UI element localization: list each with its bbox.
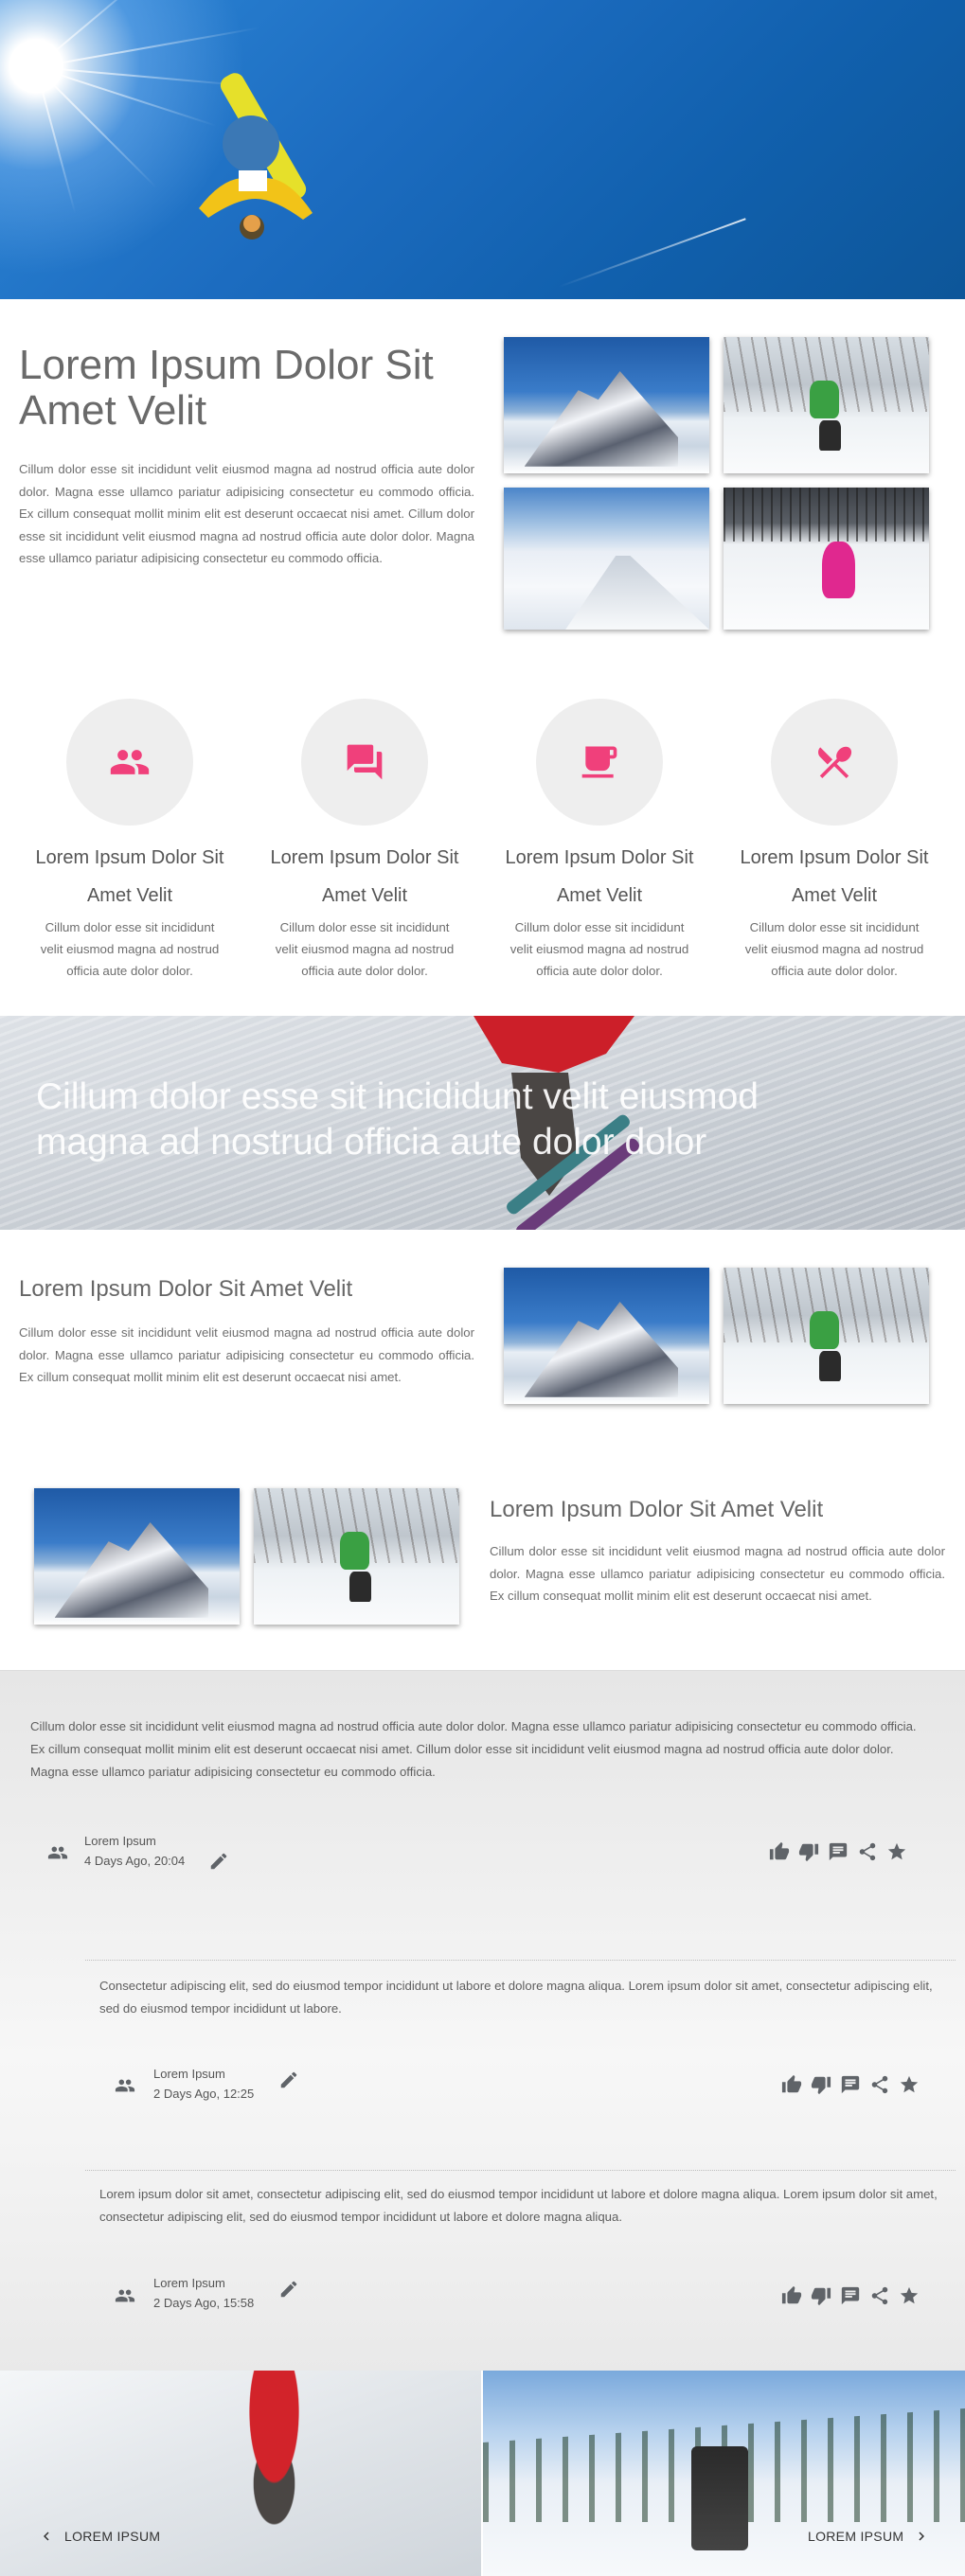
gallery-photo-skier-green[interactable] xyxy=(724,337,929,473)
people-icon xyxy=(47,1842,68,1863)
section3-paragraph: Cillum dolor esse sit incididunt velit e… xyxy=(490,1544,945,1603)
hero-image xyxy=(0,0,965,299)
thumb-up-icon[interactable] xyxy=(769,1841,790,1862)
feature-card: Lorem Ipsum Dolor Sit Amet Velit Cillum … xyxy=(482,699,717,982)
coffee-icon xyxy=(581,746,617,778)
banner: Cillum dolor esse sit incididunt velit e… xyxy=(0,1016,965,1230)
comment-author: Lorem Ipsum xyxy=(153,2067,225,2081)
edit-icon[interactable] xyxy=(208,1851,229,1872)
prev-post-label: LOREM IPSUM xyxy=(64,2529,161,2544)
snowboarder-figure xyxy=(199,73,313,240)
star-icon[interactable] xyxy=(886,1841,907,1862)
comment-text: Cillum dolor esse sit incididunt velit e… xyxy=(30,1719,917,1779)
section2-paragraph: Cillum dolor esse sit incididunt velit e… xyxy=(19,1325,474,1384)
comment-divider xyxy=(85,2170,956,2171)
comment-date: 2 Days Ago, 15:58 xyxy=(153,2296,255,2310)
gallery-photo-mountain[interactable] xyxy=(34,1488,240,1625)
feature-text: Cillum dolor esse sit incididunt velit e… xyxy=(40,920,220,978)
chevron-left-icon xyxy=(44,2532,49,2541)
gallery-photo-mountain[interactable] xyxy=(504,337,709,473)
gallery-photo-skier-green[interactable] xyxy=(724,1268,929,1404)
people-icon xyxy=(115,2285,135,2306)
comment-actions xyxy=(781,2074,920,2095)
comment-icon[interactable] xyxy=(840,2074,861,2095)
people-icon xyxy=(110,750,150,774)
feature-card: Lorem Ipsum Dolor Sit Amet Velit Cillum … xyxy=(247,699,482,982)
prev-post-tile[interactable] xyxy=(0,2371,481,2576)
comment-date: 2 Days Ago, 12:25 xyxy=(153,2087,255,2101)
feature-icon-circle xyxy=(66,699,193,826)
thumb-up-icon[interactable] xyxy=(781,2074,802,2095)
share-icon[interactable] xyxy=(869,2074,890,2095)
edit-icon[interactable] xyxy=(278,2279,299,2300)
feature-icon-circle xyxy=(771,699,898,826)
feature-card: Lorem Ipsum Dolor Sit Amet Velit Cillum … xyxy=(12,699,247,982)
feature-title: Lorem Ipsum Dolor Sit Amet Velit xyxy=(740,847,929,906)
feature-title: Lorem Ipsum Dolor Sit Amet Velit xyxy=(270,847,459,906)
forum-icon xyxy=(347,744,383,780)
feature-text: Cillum dolor esse sit incididunt velit e… xyxy=(509,920,689,978)
comment-date: 4 Days Ago, 20:04 xyxy=(84,1854,186,1868)
chevron-right-icon xyxy=(919,2532,925,2541)
thumb-down-icon[interactable] xyxy=(811,2074,831,2095)
comment-meta: Lorem Ipsum 4 Days Ago, 20:04 xyxy=(84,1834,185,1868)
prev-post-link[interactable]: LOREM IPSUM xyxy=(38,2528,160,2545)
comment-icon[interactable] xyxy=(828,1841,849,1862)
feature-text: Cillum dolor esse sit incididunt velit e… xyxy=(744,920,924,978)
comment-actions xyxy=(781,2285,920,2306)
next-post-link[interactable]: LOREM IPSUM xyxy=(808,2528,930,2545)
star-icon[interactable] xyxy=(899,2285,920,2306)
feature-title: Lorem Ipsum Dolor Sit Amet Velit xyxy=(505,847,694,906)
comment-divider xyxy=(85,1960,956,1961)
next-post-label: LOREM IPSUM xyxy=(808,2529,904,2544)
thumb-down-icon[interactable] xyxy=(811,2285,831,2306)
comment-icon[interactable] xyxy=(840,2285,861,2306)
banner-text: Cillum dolor esse sit incididunt velit e… xyxy=(36,1076,759,1163)
feature-icon-circle xyxy=(536,699,663,826)
comment-meta: Lorem Ipsum 2 Days Ago, 15:58 xyxy=(153,2276,254,2310)
section2-title: Lorem Ipsum Dolor Sit Amet Velit xyxy=(19,1276,353,1302)
share-icon[interactable] xyxy=(869,2285,890,2306)
gallery-photo-skier-green[interactable] xyxy=(254,1488,459,1625)
feature-icon-circle xyxy=(301,699,428,826)
feature-card: Lorem Ipsum Dolor Sit Amet Velit Cillum … xyxy=(717,699,952,982)
comment-text: Lorem ipsum dolor sit amet, consectetur … xyxy=(99,2187,938,2224)
feature-text: Cillum dolor esse sit incididunt velit e… xyxy=(275,920,455,978)
star-icon[interactable] xyxy=(899,2074,920,2095)
feature-title: Lorem Ipsum Dolor Sit Amet Velit xyxy=(35,847,224,906)
restaurant-icon xyxy=(818,746,852,779)
share-icon[interactable] xyxy=(857,1841,878,1862)
section1-title: Lorem Ipsum Dolor Sit Amet Velit xyxy=(19,342,434,434)
comment-author: Lorem Ipsum xyxy=(84,1834,156,1848)
section1-paragraph: Cillum dolor esse sit incididunt velit e… xyxy=(19,462,474,565)
comment-author: Lorem Ipsum xyxy=(153,2276,225,2290)
thumb-up-icon[interactable] xyxy=(781,2285,802,2306)
gallery-photo-mountain[interactable] xyxy=(504,1268,709,1404)
comment-text: Consectetur adipiscing elit, sed do eius… xyxy=(99,1979,933,2016)
thumb-down-icon[interactable] xyxy=(798,1841,819,1862)
edit-icon[interactable] xyxy=(278,2070,299,2090)
gallery-photo-snowy-road[interactable] xyxy=(504,488,709,630)
comment-meta: Lorem Ipsum 2 Days Ago, 12:25 xyxy=(153,2067,254,2101)
comment-actions xyxy=(769,1841,907,1862)
section3-title: Lorem Ipsum Dolor Sit Amet Velit xyxy=(490,1497,824,1522)
people-icon xyxy=(115,2075,135,2096)
next-post-tile[interactable] xyxy=(483,2371,965,2576)
gallery-photo-skier-pink[interactable] xyxy=(724,488,929,630)
